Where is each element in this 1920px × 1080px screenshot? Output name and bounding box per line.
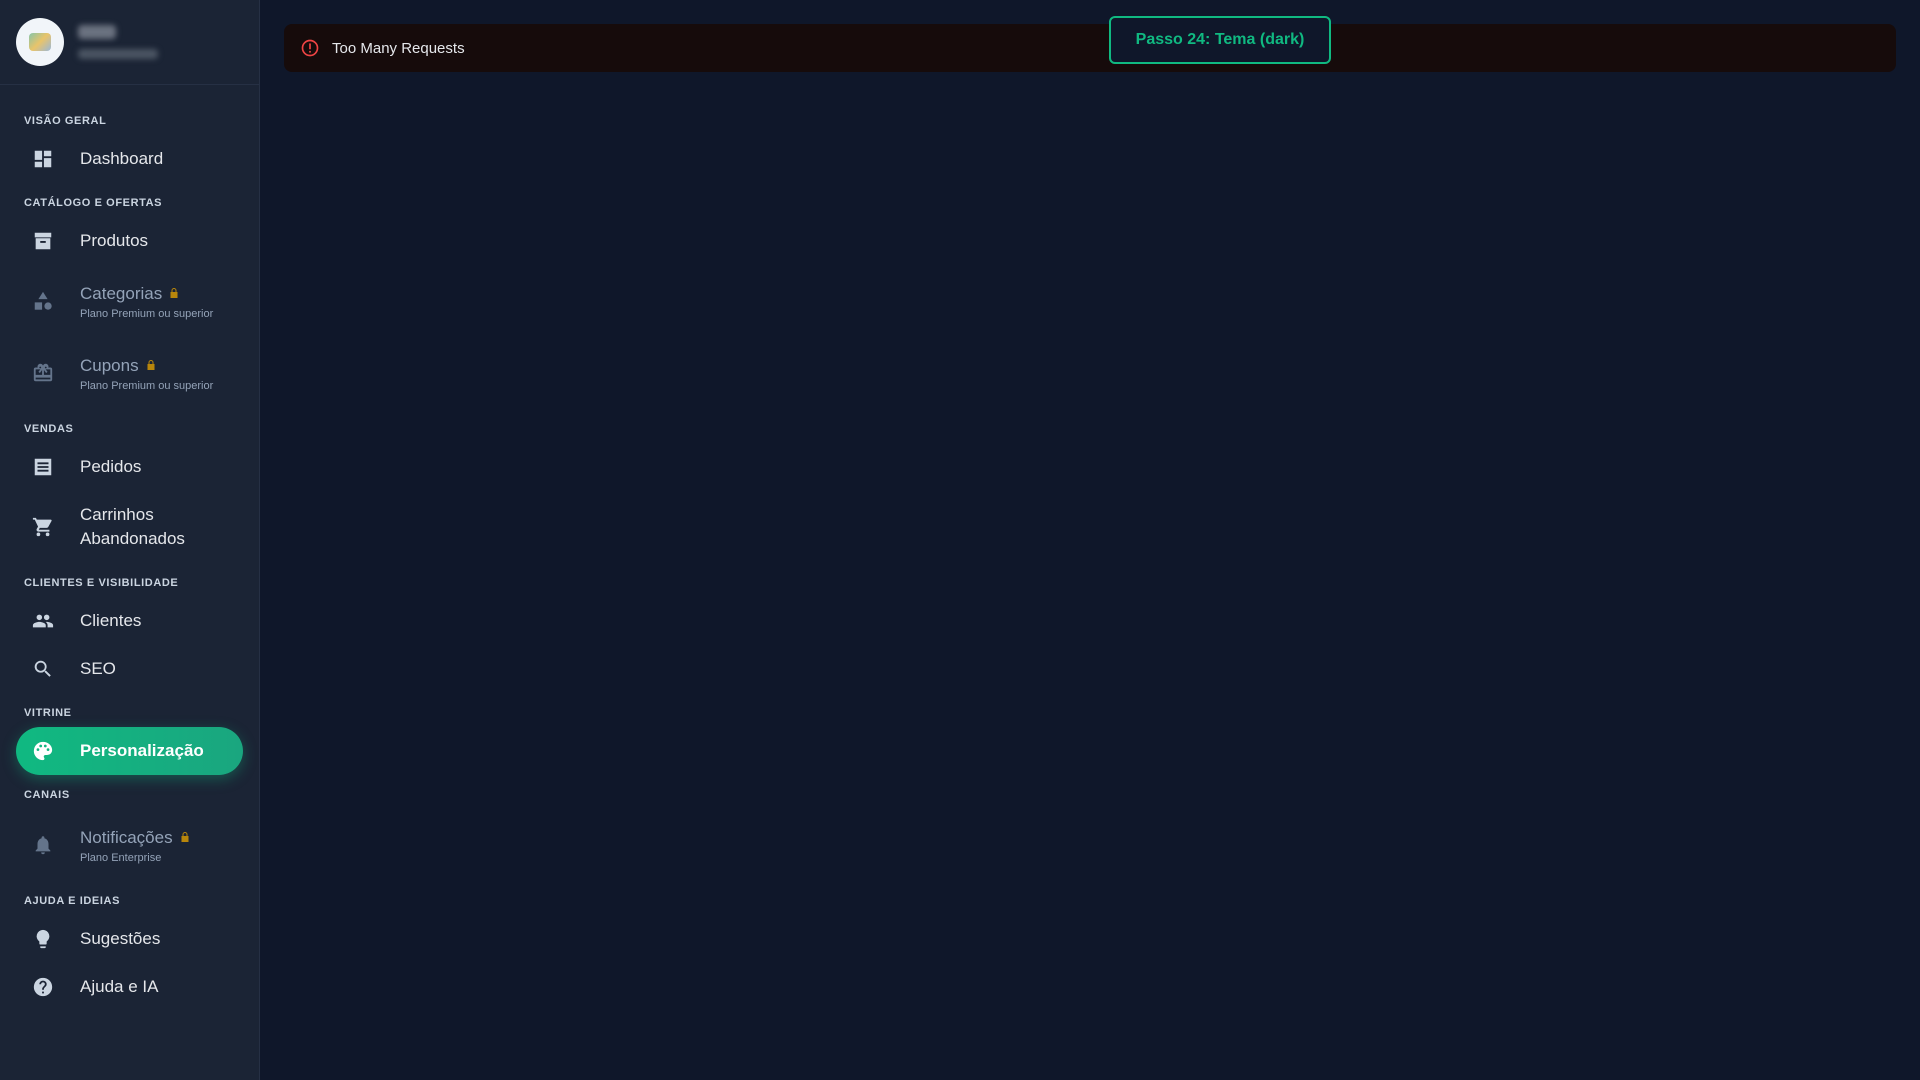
sidebar-item-label: Pedidos <box>80 457 142 476</box>
main-content: Too Many Requests Passo 24: Tema (dark) <box>260 0 1920 1080</box>
store-info <box>78 25 158 59</box>
lightbulb-icon <box>32 928 54 950</box>
cart-icon <box>32 516 54 538</box>
section-label-clientes: CLIENTES E VISIBILIDADE <box>24 577 179 589</box>
section-label-vendas: VENDAS <box>24 423 74 435</box>
section-label-catalogo: CATÁLOGO E OFERTAS <box>24 197 163 209</box>
coupon-icon <box>32 362 54 384</box>
help-icon <box>32 976 54 998</box>
section-label-ajuda: AJUDA E IDEIAS <box>24 895 121 907</box>
sidebar-item-clientes[interactable]: Clientes <box>16 597 243 645</box>
sidebar-item-personalizacao[interactable]: Personalização <box>16 727 243 775</box>
lock-icon <box>145 354 157 378</box>
plan-requirement: Plano Enterprise <box>80 852 162 865</box>
plan-requirement: Plano Premium ou superior <box>80 308 214 321</box>
store-brand[interactable] <box>0 0 259 85</box>
sidebar-item-label: Produtos <box>80 231 149 250</box>
sidebar-item-ajuda-e-ia[interactable]: Ajuda e IA <box>16 963 243 1011</box>
sidebar-item-label-row: Categorias <box>80 282 213 307</box>
section-label-vitrine: VITRINE <box>24 707 72 719</box>
store-logo <box>16 18 64 66</box>
error-icon <box>300 38 320 58</box>
archive-icon <box>32 230 54 252</box>
sidebar-item-label: Carrinhos Abandonados <box>80 505 185 548</box>
sidebar-item-label: Personalização <box>80 741 204 760</box>
sidebar-item-label-row: Notificações <box>80 826 191 851</box>
lock-icon <box>179 826 191 850</box>
sidebar-item-text: Notificações Plano Enterprise <box>80 826 191 865</box>
sidebar-item-label-row: Cupons <box>80 354 213 379</box>
sidebar-item-label: Sugestões <box>80 929 161 948</box>
sidebar-item-categorias[interactable]: Categorias Plano Premium ou superior <box>16 265 243 337</box>
sidebar-item-produtos[interactable]: Produtos <box>16 217 243 265</box>
sidebar-item-dashboard[interactable]: Dashboard <box>16 135 243 183</box>
bell-icon <box>32 834 54 856</box>
sidebar-item-label: Ajuda e IA <box>80 977 159 996</box>
sidebar-item-label: Cupons <box>80 355 139 375</box>
sidebar-item-seo[interactable]: SEO <box>16 645 243 693</box>
palette-icon <box>32 740 54 762</box>
search-icon <box>32 658 54 680</box>
sidebar-nav: VISÃO GERAL Dashboard CATÁLOGO E OFERTAS… <box>0 85 259 1011</box>
error-message: Too Many Requests <box>332 39 465 57</box>
sidebar-item-label: Categorias <box>80 283 163 303</box>
lock-icon <box>168 282 180 306</box>
sidebar-item-label: Notificações <box>80 827 173 847</box>
error-alert: Too Many Requests <box>284 24 1896 72</box>
store-logo-image <box>29 33 51 51</box>
sidebar-item-label: SEO <box>80 659 116 678</box>
sidebar-item-label: Dashboard <box>80 149 164 168</box>
sidebar-item-label: Clientes <box>80 611 142 630</box>
dashboard-icon <box>32 148 54 170</box>
sidebar-item-text: Categorias Plano Premium ou superior <box>80 282 213 321</box>
sidebar-item-text: Cupons Plano Premium ou superior <box>80 354 213 393</box>
sidebar-item-carrinhos-abandonados[interactable]: Carrinhos Abandonados <box>16 491 243 563</box>
sidebar-item-cupons[interactable]: Cupons Plano Premium ou superior <box>16 337 243 409</box>
step-badge: Passo 24: Tema (dark) <box>1109 16 1331 64</box>
sidebar: VISÃO GERAL Dashboard CATÁLOGO E OFERTAS… <box>0 0 260 1080</box>
app-root: VISÃO GERAL Dashboard CATÁLOGO E OFERTAS… <box>0 0 1920 1080</box>
section-label-visao-geral: VISÃO GERAL <box>24 115 107 127</box>
sidebar-item-sugestoes[interactable]: Sugestões <box>16 915 243 963</box>
sidebar-item-notificacoes[interactable]: Notificações Plano Enterprise <box>16 809 243 881</box>
category-icon <box>32 290 54 312</box>
sidebar-item-pedidos[interactable]: Pedidos <box>16 443 243 491</box>
people-icon <box>32 610 54 632</box>
plan-requirement: Plano Premium ou superior <box>80 380 214 393</box>
list-icon <box>32 456 54 478</box>
store-subtitle-blurred <box>78 49 158 59</box>
store-name-blurred <box>78 25 116 39</box>
section-label-canais: CANAIS <box>24 789 70 801</box>
